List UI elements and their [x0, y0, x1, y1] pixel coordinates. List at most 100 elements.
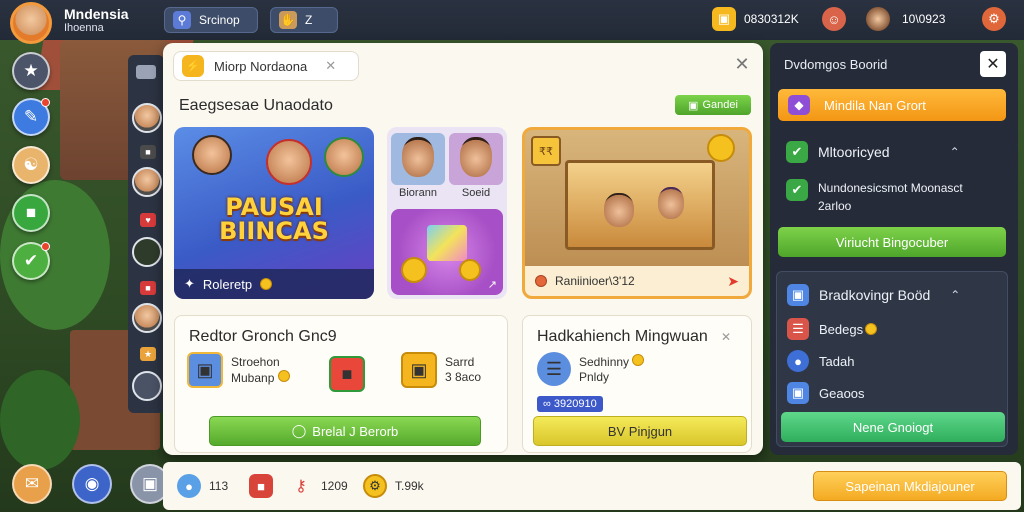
coin-icon	[459, 259, 481, 281]
tool-label: Z	[305, 13, 313, 27]
side-row-line: 2arloo	[818, 199, 852, 213]
close-icon[interactable]: ✕	[325, 58, 336, 74]
coin-icon	[707, 134, 735, 162]
shop-card[interactable]: ₹₹ Raniinioer\3'12 ➤	[522, 127, 752, 299]
character-face	[266, 139, 312, 185]
friend-face	[460, 137, 492, 177]
growth-item-text: Sarrd 3 8aco	[445, 355, 481, 385]
mission-item-line: Pnldy	[579, 369, 610, 384]
crate-icon: ▣	[187, 352, 223, 388]
promo-footer-label: Roleretp	[202, 276, 253, 292]
gift-item[interactable]: ■	[329, 356, 365, 392]
friends-card[interactable]: Biorann Soeid ↗	[387, 127, 507, 299]
settings-icon[interactable]: ⚙	[982, 7, 1006, 31]
friend-tag: ♥	[140, 213, 156, 227]
shop-footer: Raniinioer\3'12 ➤	[525, 266, 749, 296]
search-button[interactable]: ⚲ Srcinop	[164, 7, 258, 33]
water-icon: ●	[177, 474, 201, 498]
growth-item[interactable]: ▣ Stroehon Mubanp	[187, 352, 290, 388]
coin-icon	[632, 353, 645, 366]
stat-item: ⚷ 1209	[289, 474, 348, 498]
hand-icon: ✋	[279, 11, 297, 29]
coin-icon	[277, 369, 290, 382]
close-icon[interactable]: ✕	[721, 330, 731, 344]
friend-avatar[interactable]	[132, 237, 162, 267]
growth-panel: Redtor Gronch Gnc9 ▣ Stroehon Mubanp ■ ▣…	[174, 315, 508, 453]
modal-header-tab[interactable]: ⚡ Miorp Nordaona ✕	[173, 51, 359, 81]
friend-count-value: 10\0923	[902, 12, 946, 26]
friend-avatar[interactable]	[132, 303, 162, 333]
quest-button[interactable]: ✎	[12, 98, 50, 136]
growth-item-line: Mubanp	[231, 370, 275, 385]
arrow-icon[interactable]: ➤	[727, 273, 739, 290]
corner-green-label: Gandei	[702, 99, 738, 111]
check-icon: ✔	[786, 141, 808, 163]
growth-item-line: Sarrd	[445, 355, 475, 369]
friend-avatar[interactable]	[132, 167, 162, 197]
growth-item-line: 3 8aco	[445, 370, 482, 384]
shop-footer-label: Raniinioer\3'12	[555, 274, 635, 288]
modal-close-button[interactable]: ✕	[731, 53, 753, 75]
gem-icon: ◆	[788, 95, 810, 115]
friend-avatar[interactable]	[132, 103, 162, 133]
mission-title: Hadkahiench Mingwuan	[537, 328, 708, 345]
map-button[interactable]: ◉	[72, 464, 112, 504]
side-green-button[interactable]: Viriucht Bingocuber	[778, 227, 1006, 257]
bottom-action-button[interactable]: Sapeinan Mkdiajouner	[813, 471, 1007, 501]
side-box-row[interactable]: ● Tadah	[787, 350, 854, 372]
promo-card[interactable]: PAUSAI BIINCAS ✦ Roleretp	[174, 127, 374, 299]
mission-item[interactable]: ☰ Sedhinny Pnldy	[537, 352, 645, 386]
growth-action-label: Brelal J Berorb	[312, 423, 399, 439]
friend-tag: ■	[140, 145, 156, 159]
chat-icon[interactable]: ☺	[822, 7, 846, 31]
side-box-row[interactable]: ▣ Geaoos	[787, 382, 865, 404]
gift-icon: ■	[329, 356, 365, 392]
mission-item-line: Sedhinny	[579, 354, 630, 369]
player-name: Mndensia	[64, 6, 129, 22]
task-button[interactable]: ✔	[12, 242, 50, 280]
bottom-bar: ● 113 ■ ⚷ 1209 ⚙ T.99k Sapeinan Mkdiajou…	[163, 462, 1021, 510]
chevron-icon: ⌃	[949, 145, 960, 159]
side-box-row-label: Tadah	[819, 353, 855, 369]
menu-icon[interactable]	[136, 65, 156, 79]
gear-coin-icon: ⚙	[363, 474, 387, 498]
lightning-icon: ⚡	[182, 55, 204, 77]
promo-footer: ✦ Roleretp	[174, 269, 374, 299]
side-box-title: Bradkovingr Boöd	[819, 287, 931, 303]
mission-action-button[interactable]: BV Pinjgun	[533, 416, 747, 446]
growth-action-button[interactable]: ◯ Brelal J Berorb	[209, 416, 481, 446]
mission-tag: ∞ 3920910	[537, 396, 603, 412]
side-panel-close-button[interactable]: ✕	[980, 51, 1006, 77]
shop-button[interactable]: ☯	[12, 146, 50, 184]
side-box-row[interactable]: ☰ Bedegs	[787, 318, 878, 340]
store-button[interactable]: ■	[12, 194, 50, 232]
map-icon: ◉	[84, 474, 100, 493]
side-orange-button[interactable]: ◆ Mindila Nan Grort	[778, 89, 1006, 121]
notification-dot	[41, 242, 50, 251]
main-modal: ⚡ Miorp Nordaona ✕ ✕ Eaegsesae Unaodato …	[163, 43, 763, 455]
growth-item[interactable]: ▣ Sarrd 3 8aco	[401, 352, 481, 388]
side-panel-title: Dvdomgos Boorid	[784, 57, 888, 72]
scroll-icon: ✎	[23, 107, 39, 126]
stat-item: ● 113	[177, 474, 228, 498]
star-button[interactable]: ★	[12, 52, 50, 90]
tool-button[interactable]: ✋ Z	[270, 7, 338, 33]
chevron-icon[interactable]: ⌃	[950, 288, 960, 302]
friend-avatar[interactable]	[132, 371, 162, 401]
box-icon: ▣	[688, 99, 699, 112]
player-avatar[interactable]	[10, 2, 52, 44]
coin-icon	[401, 257, 427, 283]
character-face	[324, 137, 364, 177]
store-icon: ■	[25, 203, 37, 222]
side-row[interactable]: ✔ Mltooricyed ⌃	[786, 141, 960, 163]
side-box-row-label: Geaoos	[819, 385, 865, 401]
side-row[interactable]: ✔ Nundonesicsmot Moonasct 2arloo	[786, 179, 963, 215]
chat-button[interactable]: ✉	[12, 464, 52, 504]
friends-column: ■ ♥ ■ ★	[128, 55, 164, 413]
corner-green-button[interactable]: ▣ Gandei	[675, 95, 751, 115]
stat-value: 1209	[321, 479, 348, 493]
star-icon: ★	[23, 61, 39, 80]
side-box-button[interactable]: Nene Gnoiogt	[781, 412, 1005, 442]
stat-item: ⚙ T.99k	[363, 474, 424, 498]
friend-portrait-label: Biorann	[399, 187, 437, 199]
